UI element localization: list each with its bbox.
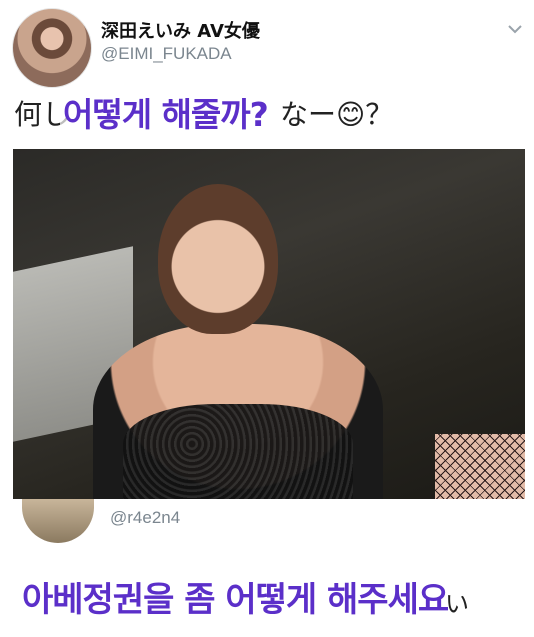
tweet-photo[interactable] <box>13 149 525 499</box>
photo-figure-head <box>158 184 278 334</box>
overlay-caption-bottom: 아베정권을 좀 어떻게 해주세요 <box>22 572 449 621</box>
reply-handle[interactable]: @r4e2n4 <box>110 508 180 528</box>
author-display-name[interactable]: 深田えいみ AV女優 <box>101 17 260 43</box>
tweet-text-tail: なー <box>280 98 337 131</box>
photo-fishnet <box>435 434 525 499</box>
author-avatar[interactable] <box>12 8 92 88</box>
smile-emoji-icon: 😊 <box>336 98 366 131</box>
tweet-question-mark: ？ <box>365 98 394 131</box>
reply-text-tail: い <box>445 590 469 618</box>
overlay-caption-top: 어떻게 해줄까? <box>60 88 271 136</box>
reply-avatar[interactable] <box>22 499 94 543</box>
chevron-down-icon[interactable] <box>506 20 524 38</box>
author-handle[interactable]: @EIMI_FUKADA <box>101 44 232 64</box>
photo-lace-garment <box>123 404 353 499</box>
